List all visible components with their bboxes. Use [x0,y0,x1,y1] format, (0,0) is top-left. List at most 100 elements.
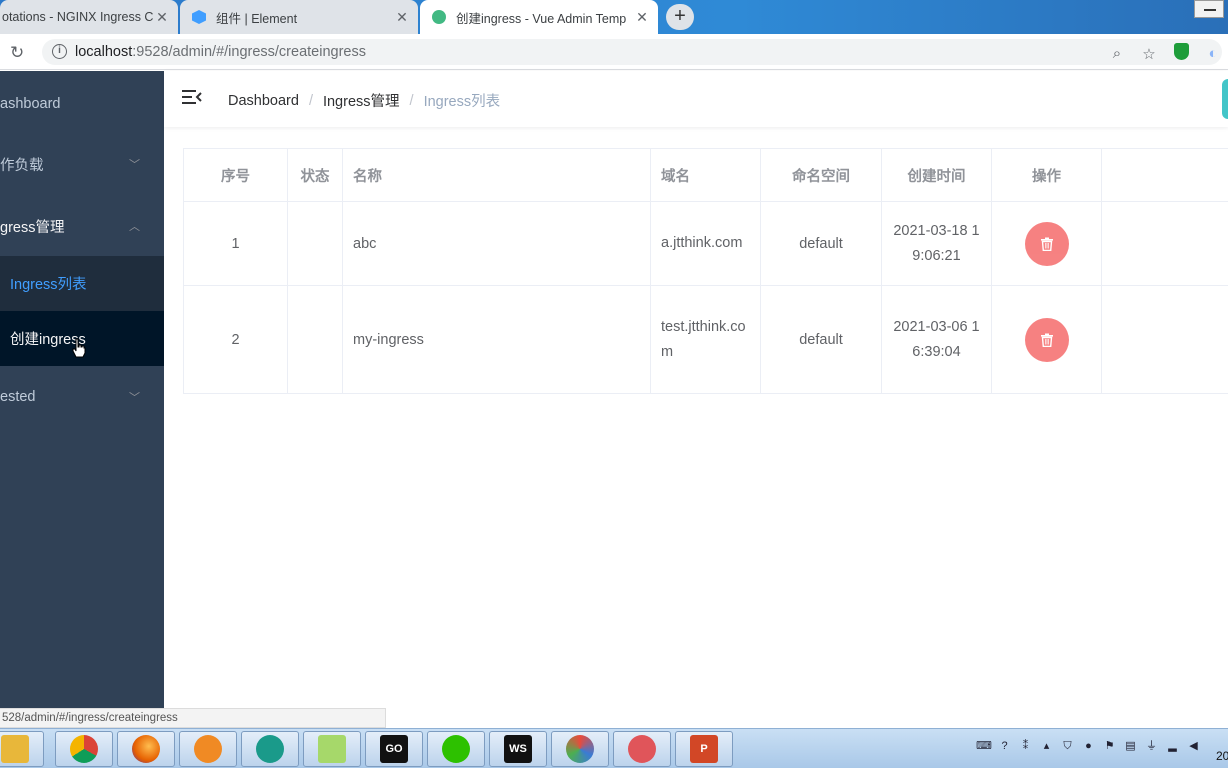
column-header-index: 序号 [184,149,288,201]
cell-domain: a.jtthink.com [651,202,761,285]
trash-icon [1040,333,1053,347]
breadcrumb-separator: / [409,92,414,109]
cell-created: 2021-03-18 19:06:21 [882,202,992,285]
breadcrumb-dashboard[interactable]: Dashboard [228,93,299,109]
sidebar-item-label: ested [0,389,36,405]
clipboard-icon[interactable]: ▤ [1123,739,1138,754]
taskbar-webstorm[interactable]: WS [489,731,547,767]
security-icon[interactable]: ⛉ [1060,739,1075,754]
cell-name: abc [343,202,651,285]
cell-created: 2021-03-06 16:39:04 [882,286,992,393]
column-header-namespace: 命名空间 [761,149,882,201]
tab-title: otations - NGINX Ingress C [2,10,154,24]
sidebar-item-ingress-management[interactable]: gress管理 ︿ [0,198,164,254]
url-input[interactable]: i localhost:9528/admin/#/ingress/createi… [42,39,1222,65]
browser-tab-element[interactable]: 组件 | Element ✕ [180,0,418,34]
close-icon[interactable]: ✕ [634,9,650,26]
chevron-down-icon: ﹀ [129,392,140,404]
network-icon[interactable]: ▂ [1165,739,1180,754]
powerpoint-icon: P [690,735,718,763]
os-taskbar: GO WS P ⌨ ? ⁑ ▴ ⛉ ● ⚑ ▤ ⏚ ▂ ◀ 20 [0,728,1228,768]
sidebar-item-label: ashboard [0,96,61,112]
breadcrumb-ingress-list: Ingress列表 [423,94,501,110]
taskbar-notepad-plus[interactable] [303,731,361,767]
avatar[interactable] [1222,79,1228,119]
cell-actions [992,286,1102,393]
cell-actions [992,202,1102,285]
sidebar-item-dashboard[interactable]: ashboard [0,76,164,132]
browser-tab-bar: otations - NGINX Ingress C ✕ 组件 | Elemen… [0,0,1228,34]
navbar: Dashboard / Ingress管理 / Ingress列表 [164,71,1228,127]
new-tab-button[interactable]: + [666,4,694,30]
zoom-icon[interactable]: ⌕ [1108,45,1126,62]
breadcrumb: Dashboard / Ingress管理 / Ingress列表 [228,90,500,111]
breadcrumb-separator: / [308,92,313,109]
taskbar-app-swirl[interactable] [551,731,609,767]
info-icon[interactable]: i [52,44,67,59]
sidebar-item-ingress-list[interactable]: Ingress列表 [0,256,164,311]
app-swirl-icon [566,735,594,763]
delete-button[interactable] [1024,221,1069,266]
hand-cursor-icon [72,338,86,358]
cell-namespace: default [761,286,882,393]
tab-title: 创建ingress - Vue Admin Temp [456,11,627,26]
flag-icon[interactable]: ⚑ [1102,739,1117,754]
url-text: localhost:9528/admin/#/ingress/createing… [75,44,366,60]
taskbar-file-explorer[interactable] [0,731,44,767]
browser-tab-createingress[interactable]: 创建ingress - Vue Admin Temp ✕ [420,0,658,34]
taskbar-powerpoint[interactable]: P [675,731,733,767]
close-icon[interactable]: ✕ [154,9,170,26]
sidebar-item-label: gress管理 [0,219,65,236]
taskbar-wechat[interactable] [427,731,485,767]
chevron-up-icon: ︿ [129,221,140,233]
cell-empty [1102,286,1228,393]
cell-domain: test.jtthink.com [651,286,761,393]
shield-extension-icon[interactable] [1172,43,1190,64]
usb-icon[interactable]: ⏚ [1144,739,1159,754]
taskbar-app-teal[interactable] [241,731,299,767]
cell-status [288,202,343,285]
cell-namespace: default [761,202,882,285]
app-orange-icon [194,735,222,763]
table-row: 2 my-ingress test.jtthink.com default 20… [184,286,1228,394]
taskbar-app-orange[interactable] [179,731,237,767]
webstorm-icon: WS [504,735,532,763]
qq-icon[interactable]: ● [1081,739,1096,754]
extension-icon[interactable]: ◐ [1204,45,1222,62]
sidebar-item-workload[interactable]: 作负载 ﹀ [0,136,164,192]
taskbar-app-snail[interactable] [613,731,671,767]
url-path: :9528/admin/#/ingress/createingress [132,44,366,60]
system-tray: ⌨ ? ⁑ ▴ ⛉ ● ⚑ ▤ ⏚ ▂ ◀ [976,739,1201,754]
volume-icon[interactable]: ◀ [1186,739,1201,754]
wechat-icon [442,735,470,763]
taskbar-goland[interactable]: GO [365,731,423,767]
firefox-icon [132,735,160,763]
help-icon[interactable]: ? [997,739,1012,754]
bookmark-star-icon[interactable]: ☆ [1140,45,1158,63]
column-header-status: 状态 [288,149,343,201]
reload-icon[interactable]: ↻ [10,43,24,63]
taskbar-clock[interactable]: 20 [1216,749,1228,763]
window-minimize-button[interactable] [1194,0,1224,18]
address-bar: ↻ i localhost:9528/admin/#/ingress/creat… [0,34,1228,70]
tray-expand-icon[interactable]: ▴ [1039,739,1054,754]
taskbar-chrome[interactable] [55,731,113,767]
hamburger-icon[interactable] [182,89,202,105]
trash-icon [1040,237,1053,251]
ime-icon[interactable]: ⁑ [1018,739,1033,754]
link-status-bar: 528/admin/#/ingress/createingress [0,708,386,728]
ingress-table: 序号 状态 名称 域名 命名空间 创建时间 操作 1 abc a.jtthink… [183,148,1228,394]
cell-status [288,286,343,393]
taskbar-firefox[interactable] [117,731,175,767]
delete-button[interactable] [1024,317,1069,362]
close-icon[interactable]: ✕ [394,9,410,26]
sidebar-item-nested[interactable]: ested ﹀ [0,369,164,425]
element-favicon-icon [192,10,206,24]
chrome-icon [70,735,98,763]
sidebar-item-label: Ingress列表 [10,277,87,293]
column-header-domain: 域名 [651,149,761,201]
chevron-down-icon: ﹀ [129,159,140,171]
browser-tab-nginx[interactable]: otations - NGINX Ingress C ✕ [0,0,178,34]
breadcrumb-ingress-management[interactable]: Ingress管理 [323,90,400,111]
keyboard-icon[interactable]: ⌨ [976,739,992,754]
